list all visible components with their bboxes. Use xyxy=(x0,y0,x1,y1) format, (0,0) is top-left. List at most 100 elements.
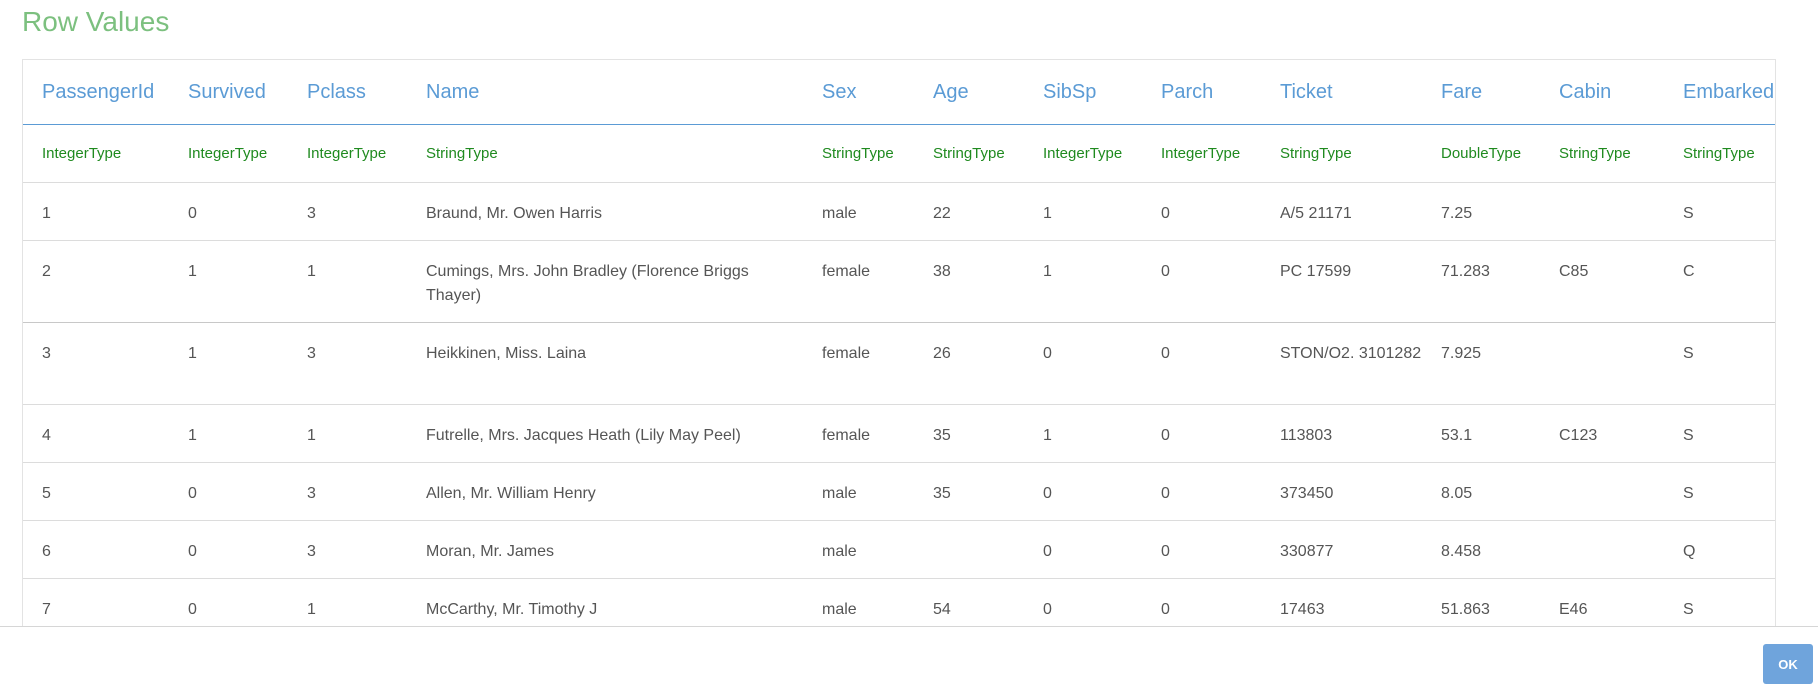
column-type-label: StringType xyxy=(407,124,803,183)
table-row: 3 1 3 Heikkinen, Miss. Laina female 26 0… xyxy=(23,322,1775,405)
table-cell: 38 xyxy=(914,240,1024,323)
table-cell: S xyxy=(1664,462,1775,521)
table-cell: 330877 xyxy=(1261,520,1422,579)
table-cell: male xyxy=(803,578,914,626)
table-cell: 0 xyxy=(1142,240,1261,323)
table-cell: 2 xyxy=(23,240,169,323)
table-cell: 1 xyxy=(169,240,288,323)
column-header[interactable]: Pclass xyxy=(288,60,407,125)
table-cell: 4 xyxy=(23,404,169,463)
table-cell: Braund, Mr. Owen Harris xyxy=(407,182,803,241)
table-row: 5 0 3 Allen, Mr. William Henry male 35 0… xyxy=(23,462,1775,521)
column-type-label: StringType xyxy=(1261,124,1422,183)
table-cell xyxy=(1540,462,1664,521)
column-type-label: IntegerType xyxy=(169,124,288,183)
table-row: 6 0 3 Moran, Mr. James male 0 0 330877 8… xyxy=(23,520,1775,579)
table-cell xyxy=(914,520,1024,579)
table-cell: 373450 xyxy=(1261,462,1422,521)
column-header[interactable]: Age xyxy=(914,60,1024,125)
column-header[interactable]: Name xyxy=(407,60,803,125)
table-cell: S xyxy=(1664,182,1775,241)
table-cell: 0 xyxy=(1142,462,1261,521)
table-row: 4 1 1 Futrelle, Mrs. Jacques Heath (Lily… xyxy=(23,404,1775,463)
table-cell: 7.25 xyxy=(1422,182,1540,241)
column-type-label: StringType xyxy=(1540,124,1664,183)
column-header-row: PassengerId Survived Pclass Name Sex Age… xyxy=(23,60,1775,125)
table-cell: 54 xyxy=(914,578,1024,626)
table-cell: female xyxy=(803,240,914,323)
table-cell: 1 xyxy=(1024,240,1142,323)
table-cell: 0 xyxy=(169,182,288,241)
table-cell: 0 xyxy=(1024,462,1142,521)
table-cell: 0 xyxy=(169,520,288,579)
column-header[interactable]: Cabin xyxy=(1540,60,1664,125)
row-values-table-container[interactable]: PassengerId Survived Pclass Name Sex Age… xyxy=(22,59,1776,626)
table-cell: Cumings, Mrs. John Bradley (Florence Bri… xyxy=(407,240,803,323)
table-cell: Heikkinen, Miss. Laina xyxy=(407,322,803,405)
table-cell: 0 xyxy=(1142,404,1261,463)
table-cell xyxy=(1540,520,1664,579)
table-cell: 6 xyxy=(23,520,169,579)
table-cell: 71.283 xyxy=(1422,240,1540,323)
table-cell: C123 xyxy=(1540,404,1664,463)
table-cell: 22 xyxy=(914,182,1024,241)
table-cell: male xyxy=(803,462,914,521)
table-cell: Moran, Mr. James xyxy=(407,520,803,579)
table-cell: PC 17599 xyxy=(1261,240,1422,323)
table-cell: 1 xyxy=(288,578,407,626)
column-header[interactable]: Parch xyxy=(1142,60,1261,125)
column-header[interactable]: Fare xyxy=(1422,60,1540,125)
column-header[interactable]: Ticket xyxy=(1261,60,1422,125)
table-cell: female xyxy=(803,322,914,405)
table-cell: Futrelle, Mrs. Jacques Heath (Lily May P… xyxy=(407,404,803,463)
table-cell: male xyxy=(803,520,914,579)
ok-button[interactable]: OK xyxy=(1763,644,1813,684)
table-cell: 35 xyxy=(914,462,1024,521)
table-cell: S xyxy=(1664,578,1775,626)
table-cell: 1 xyxy=(169,322,288,405)
table-cell: 3 xyxy=(288,182,407,241)
column-header[interactable]: Survived xyxy=(169,60,288,125)
table-cell: 0 xyxy=(1142,578,1261,626)
row-values-dialog: Row Values PassengerId Survived Pclass N… xyxy=(0,0,1818,693)
table-cell: C85 xyxy=(1540,240,1664,323)
table-cell: McCarthy, Mr. Timothy J xyxy=(407,578,803,626)
table-cell: 7.925 xyxy=(1422,322,1540,405)
table-cell: 1 xyxy=(23,182,169,241)
table-cell: Allen, Mr. William Henry xyxy=(407,462,803,521)
table-cell: 0 xyxy=(1142,182,1261,241)
column-header[interactable]: Sex xyxy=(803,60,914,125)
table-cell: 53.1 xyxy=(1422,404,1540,463)
table-cell: 113803 xyxy=(1261,404,1422,463)
column-type-label: DoubleType xyxy=(1422,124,1540,183)
table-row: 7 0 1 McCarthy, Mr. Timothy J male 54 0 … xyxy=(23,578,1775,626)
table-cell xyxy=(1540,322,1664,405)
table-cell: A/5 21171 xyxy=(1261,182,1422,241)
column-header[interactable]: SibSp xyxy=(1024,60,1142,125)
column-header[interactable]: Embarked xyxy=(1664,60,1775,125)
table-row: 1 0 3 Braund, Mr. Owen Harris male 22 1 … xyxy=(23,182,1775,241)
table-cell: 8.05 xyxy=(1422,462,1540,521)
table-cell: S xyxy=(1664,404,1775,463)
table-cell: 3 xyxy=(288,520,407,579)
table-row: 2 1 1 Cumings, Mrs. John Bradley (Floren… xyxy=(23,240,1775,323)
table-cell: 1 xyxy=(288,404,407,463)
table-cell: female xyxy=(803,404,914,463)
table-cell: 3 xyxy=(288,462,407,521)
table-cell xyxy=(1540,182,1664,241)
footer-divider xyxy=(0,626,1818,627)
column-type-label: IntegerType xyxy=(1142,124,1261,183)
table-cell: 0 xyxy=(1024,578,1142,626)
table-cell: 1 xyxy=(1024,404,1142,463)
table-cell: 0 xyxy=(169,578,288,626)
table-cell: S xyxy=(1664,322,1775,405)
table-cell: Q xyxy=(1664,520,1775,579)
column-type-label: IntegerType xyxy=(288,124,407,183)
row-values-table: PassengerId Survived Pclass Name Sex Age… xyxy=(23,60,1775,626)
column-header[interactable]: PassengerId xyxy=(23,60,169,125)
table-cell: STON/O2. 3101282 xyxy=(1261,322,1422,405)
table-cell: 0 xyxy=(1024,520,1142,579)
table-cell: 7 xyxy=(23,578,169,626)
table-cell: male xyxy=(803,182,914,241)
table-cell: 17463 xyxy=(1261,578,1422,626)
